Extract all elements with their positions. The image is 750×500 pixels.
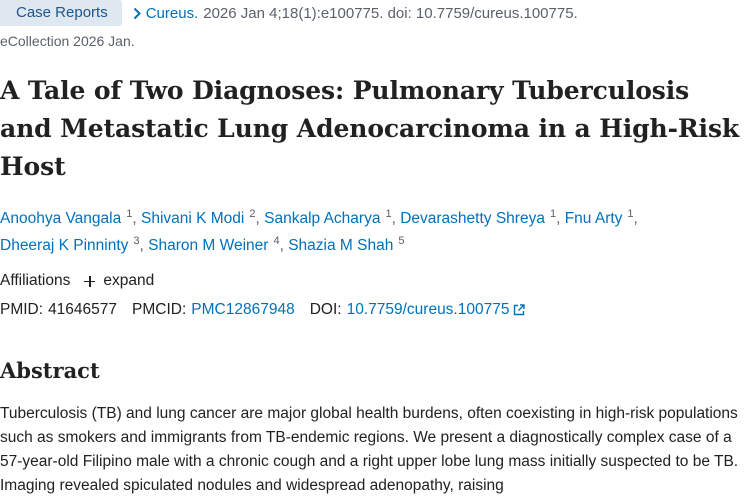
author-separator: , (255, 210, 265, 227)
author-link[interactable]: Shazia M Shah (288, 237, 393, 254)
affiliation-number[interactable]: 4 (273, 235, 279, 247)
doi-link[interactable]: 10.7759/cureus.100775 (347, 301, 510, 319)
affiliations-row: Affiliations expand (0, 272, 154, 290)
author-link[interactable]: Fnu Arty (565, 210, 623, 227)
author-link[interactable]: Dheeraj K Pinninty (0, 237, 128, 254)
article-title: A Tale of Two Diagnoses: Pulmonary Tuber… (0, 76, 740, 181)
author-separator: , (139, 237, 149, 254)
affiliations-label: Affiliations (0, 272, 71, 289)
affiliation-number[interactable]: 1 (550, 208, 556, 220)
affiliation-number[interactable]: 1 (385, 208, 391, 220)
identifiers-row: PMID: 41646577 PMCID: PMC12867948 DOI: 1… (0, 301, 526, 319)
external-link-icon[interactable] (513, 304, 526, 316)
author-separator: , (279, 237, 289, 254)
journal-link[interactable]: Cureus. (146, 5, 199, 22)
citation-line: Case Reports Cureus. 2026 Jan 4;18(1):e1… (0, 0, 578, 26)
author-separator: , (633, 210, 638, 227)
affiliation-number[interactable]: 1 (627, 208, 633, 220)
author-separator: , (391, 210, 401, 227)
author-link[interactable]: Sharon M Weiner (148, 237, 268, 254)
ecollection-date: eCollection 2026 Jan. (0, 33, 135, 49)
doi-label: DOI: (309, 301, 342, 318)
author-link[interactable]: Sankalp Acharya (264, 210, 380, 227)
affiliation-number[interactable]: 2 (249, 208, 255, 220)
abstract-text: Tuberculosis (TB) and lung cancer are ma… (0, 405, 739, 494)
pmid-value: 41646577 (48, 301, 118, 318)
article-page: Case Reports Cureus. 2026 Jan 4;18(1):e1… (0, 0, 750, 500)
author-separator: , (556, 210, 565, 227)
article-type-badge[interactable]: Case Reports (0, 0, 122, 26)
citation-details: 2026 Jan 4;18(1):e100775. doi: 10.7759/c… (203, 4, 578, 22)
affiliation-number[interactable]: 3 (133, 235, 139, 247)
author-link[interactable]: Shivani K Modi (141, 210, 244, 227)
pmid-label: PMID: (0, 301, 44, 318)
chevron-right-icon (133, 7, 142, 20)
expand-affiliations-button[interactable]: expand (84, 272, 154, 290)
author-separator: , (132, 210, 141, 227)
affiliation-number[interactable]: 1 (126, 208, 132, 220)
expand-label: expand (103, 272, 155, 289)
author-link[interactable]: Devarashetty Shreya (400, 210, 545, 227)
author-list: Anoohya Vangala 1, Shivani K Modi 2, Sanka… (0, 206, 748, 260)
pmcid-label: PMCID: (132, 301, 187, 318)
abstract-heading: Abstract (0, 358, 100, 383)
plus-icon (84, 275, 96, 287)
affiliation-number[interactable]: 5 (398, 235, 404, 247)
author-link[interactable]: Anoohya Vangala (0, 210, 121, 227)
pmcid-link[interactable]: PMC12867948 (191, 301, 294, 319)
